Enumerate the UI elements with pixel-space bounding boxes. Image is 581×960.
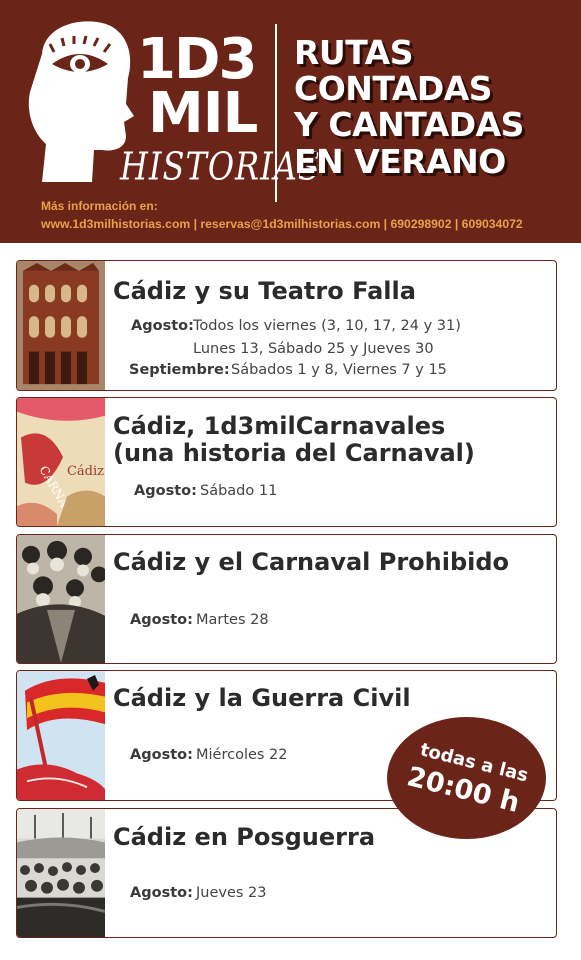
brand-1d3: 1D3 <box>137 27 257 92</box>
svg-text:Cádiz: Cádiz <box>67 464 104 479</box>
route-title-line-2: (una historia del Carnaval) <box>113 439 475 467</box>
agosto-dates: Sábado 11 <box>200 483 278 499</box>
agosto-label: Agosto: <box>130 612 193 628</box>
route-title: Cádiz en Posguerra <box>113 823 376 851</box>
route-title: Cádiz y el Carnaval Prohibido <box>113 548 510 576</box>
brand-mil: MIL <box>148 81 258 146</box>
posguerra-photo <box>17 809 105 937</box>
agosto-label: Agosto: <box>130 885 193 901</box>
agosto-dates: Jueves 23 <box>196 885 267 901</box>
route-title-line-1: Cádiz, 1d3milCarnavales <box>113 412 446 440</box>
contact-line[interactable]: www.1d3milhistorias.com | reservas@1d3mi… <box>41 217 523 231</box>
agosto-dates: Martes 28 <box>196 612 269 628</box>
agosto-label: Agosto: <box>134 483 197 499</box>
agosto-label: Agosto: <box>131 318 194 334</box>
agosto-dates-1: Todos los viernes (3, 10, 17, 24 y 31) <box>193 318 461 334</box>
septiembre-label: Septiembre: <box>129 362 230 378</box>
title-line-4: EN VERANO <box>294 142 506 181</box>
route-card-carnaval-prohibido[interactable]: Cádiz y el Carnaval Prohibido Agosto: Ma… <box>16 534 557 664</box>
carnaval-poster-image: CARNAVAL Cádiz <box>17 398 105 526</box>
route-card-carnavales[interactable]: CARNAVAL Cádiz Cádiz, 1d3milCarnavales (… <box>16 397 557 527</box>
agosto-label: Agosto: <box>130 747 193 763</box>
route-title: Cádiz y la Guerra Civil <box>113 684 411 712</box>
brand-historias: HISTORIAS <box>120 143 321 190</box>
head-profile-icon <box>28 21 134 183</box>
septiembre-dates: Sábados 1 y 8, Viernes 7 y 15 <box>231 362 447 378</box>
agosto-dates: Miércoles 22 <box>196 747 288 763</box>
route-title: Cádiz y su Teatro Falla <box>113 277 416 305</box>
agosto-dates-2: Lunes 13, Sábado 25 y Jueves 30 <box>193 341 434 357</box>
title-line-3: Y CANTADAS <box>294 105 524 144</box>
title-line-2: CONTADAS <box>294 69 493 108</box>
header-divider <box>275 24 277 202</box>
teatro-falla-image <box>17 261 105 390</box>
route-card-teatro-falla[interactable]: Cádiz y su Teatro Falla Agosto: Todos lo… <box>16 260 557 391</box>
title-line-1: RUTAS <box>294 33 413 72</box>
info-label: Más información en: <box>41 199 158 213</box>
guerra-civil-poster-image <box>17 671 105 800</box>
time-badge: todas a las 20:00 h <box>387 717 546 839</box>
carnaval-prohibido-photo <box>17 535 105 663</box>
header-banner: 1D3 MIL HISTORIAS RUTAS CONTADAS Y CANTA… <box>0 0 581 243</box>
